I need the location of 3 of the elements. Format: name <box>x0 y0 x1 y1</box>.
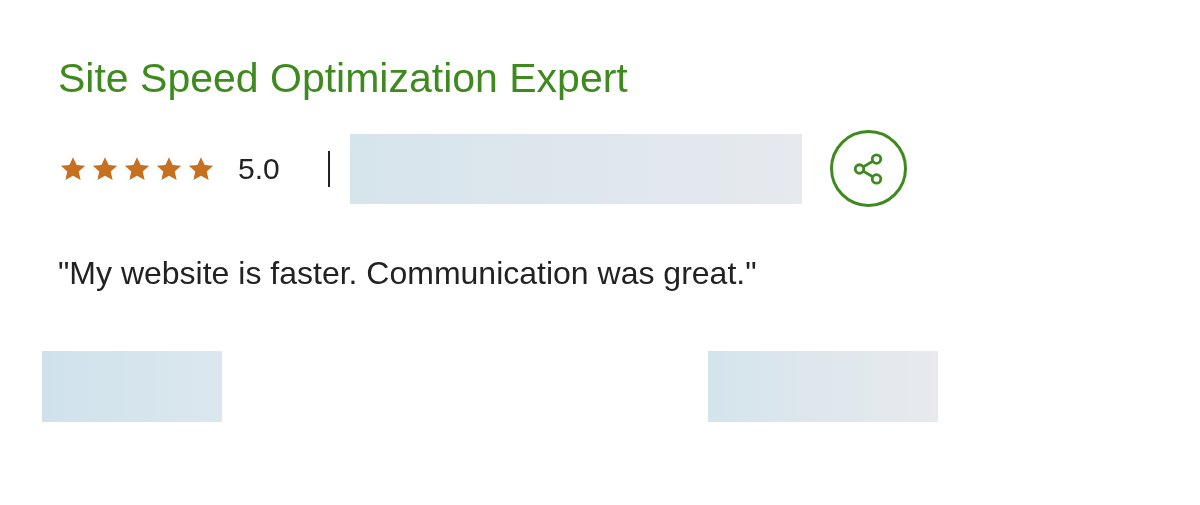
rating-value: 5.0 <box>238 151 280 187</box>
card-title: Site Speed Optimization Expert <box>58 54 628 103</box>
review-quote: "My website is faster. Communication was great." <box>58 254 757 293</box>
